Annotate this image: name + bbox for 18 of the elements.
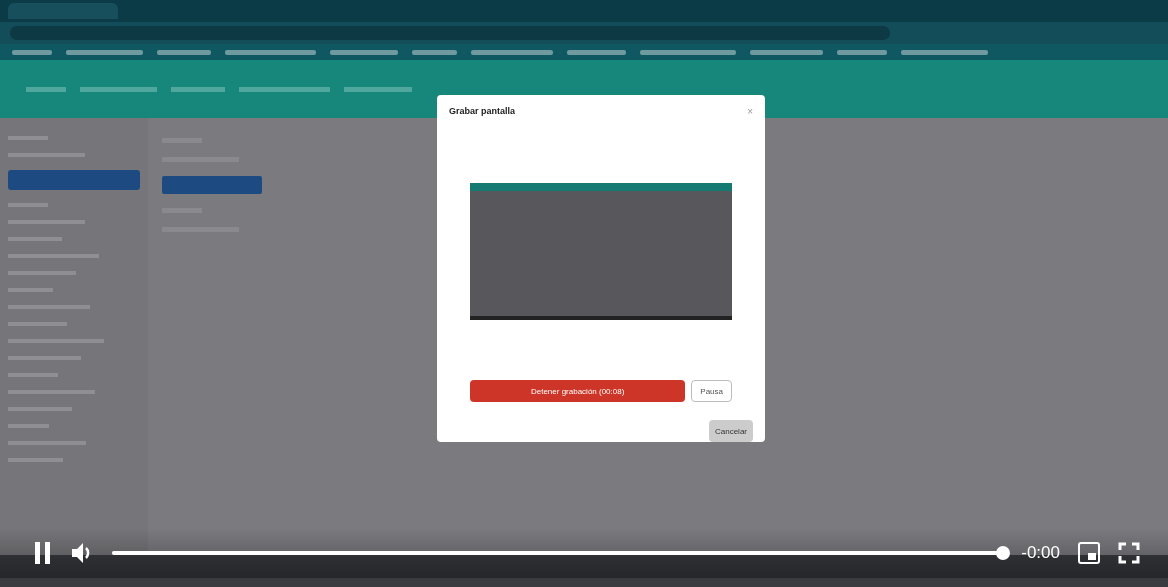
blurred-text (12, 49, 52, 55)
fullscreen-icon[interactable] (1118, 542, 1140, 564)
blurred-text (330, 49, 398, 55)
blurred-text (344, 86, 412, 92)
stop-recording-button[interactable]: Detener grabación (00:08) (470, 380, 686, 402)
blurred-text (567, 49, 626, 55)
blurred-text (157, 49, 211, 55)
dialog-title: Grabar pantalla (449, 106, 516, 117)
blurred-text (837, 49, 887, 55)
blurred-text (26, 86, 66, 92)
progress-thumb[interactable] (996, 546, 1011, 560)
pause-icon[interactable] (34, 541, 52, 565)
picture-in-picture-icon[interactable] (1078, 542, 1100, 564)
blurred-text (171, 86, 225, 92)
pause-button[interactable]: Pausa (691, 380, 732, 402)
blurred-text (412, 49, 457, 55)
cancel-button[interactable]: Cancelar (709, 420, 753, 442)
time-remaining: -0:00 (1021, 543, 1060, 563)
